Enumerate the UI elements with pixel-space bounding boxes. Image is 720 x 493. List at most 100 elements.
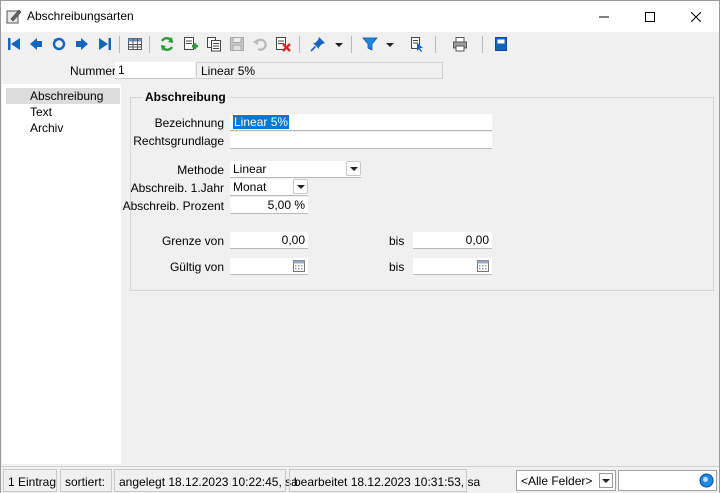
gueltig-bis-label: bis bbox=[389, 260, 405, 274]
calendar-icon[interactable] bbox=[476, 259, 490, 273]
group-title: Abschreibung bbox=[143, 90, 228, 104]
undo-icon bbox=[252, 36, 268, 52]
maximize-icon bbox=[645, 11, 655, 22]
abschreib-prozent-input[interactable]: 5,00 % bbox=[230, 197, 308, 214]
last-record-icon bbox=[97, 36, 113, 52]
delete-button[interactable] bbox=[274, 35, 292, 53]
maximize-button[interactable] bbox=[627, 1, 673, 32]
print-icon bbox=[452, 36, 468, 52]
section-nav: Abschreibung Text Archiv bbox=[2, 84, 121, 464]
chevron-down-icon[interactable] bbox=[293, 179, 308, 194]
pin-dropdown-button[interactable] bbox=[334, 38, 344, 50]
new-record-icon bbox=[182, 36, 198, 52]
table-view-button[interactable] bbox=[126, 35, 144, 53]
rechtsgrundlage-input[interactable] bbox=[230, 132, 492, 149]
status-bar: 1 Eintrag sortiert: angelegt 18.12.2023 … bbox=[1, 466, 719, 493]
methode-label: Methode bbox=[177, 163, 224, 177]
bezeichnung-label: Bezeichnung bbox=[154, 116, 224, 130]
toolbar-separator bbox=[351, 36, 352, 53]
chevron-down-icon[interactable] bbox=[599, 473, 613, 488]
nav-item-archiv[interactable]: Archiv bbox=[6, 120, 120, 136]
copy-record-button[interactable] bbox=[205, 35, 223, 53]
content-panel: Abschreibung Bezeichnung Linear 5% Recht… bbox=[123, 84, 718, 464]
edited-status: bearbeitet 18.12.2023 10:31:53, sa bbox=[289, 469, 480, 492]
undo-button[interactable] bbox=[251, 35, 269, 53]
minimize-icon bbox=[599, 12, 609, 22]
assign-button[interactable] bbox=[408, 35, 426, 53]
filter-button[interactable] bbox=[361, 35, 379, 53]
search-icon[interactable] bbox=[699, 473, 714, 488]
bezeichnung-input[interactable]: Linear 5% bbox=[230, 114, 492, 131]
chevron-down-icon[interactable] bbox=[346, 161, 361, 176]
grenze-von-input[interactable]: 0,00 bbox=[230, 232, 308, 249]
pin-button[interactable] bbox=[309, 35, 327, 53]
methode-select[interactable]: Linear bbox=[230, 161, 361, 178]
created-status: angelegt 18.12.2023 10:22:45, sa bbox=[114, 469, 298, 492]
last-record-button[interactable] bbox=[96, 35, 114, 53]
next-record-button[interactable] bbox=[73, 35, 91, 53]
refresh-button[interactable] bbox=[158, 35, 176, 53]
nummer-description: Linear 5% bbox=[196, 62, 443, 79]
search-input[interactable] bbox=[618, 470, 717, 491]
window-title: Abschreibungsarten bbox=[27, 9, 134, 23]
save-button[interactable] bbox=[228, 35, 246, 53]
first-record-button[interactable] bbox=[5, 35, 23, 53]
book-icon bbox=[493, 36, 509, 52]
search-field-value: <Alle Felder> bbox=[521, 474, 593, 488]
window: Abschreibungsarten Nummer 1 Linear 5% Ab… bbox=[0, 0, 720, 493]
close-button[interactable] bbox=[673, 1, 719, 32]
calendar-icon[interactable] bbox=[292, 259, 306, 273]
nav-item-label: Abschreibung bbox=[30, 89, 104, 103]
save-icon bbox=[229, 36, 245, 52]
grenze-von-label: Grenze von bbox=[161, 234, 224, 248]
gueltig-von-input[interactable] bbox=[230, 258, 308, 275]
toolbar-separator bbox=[149, 36, 150, 53]
toolbar-separator bbox=[299, 36, 300, 53]
filter-dropdown-button[interactable] bbox=[385, 38, 395, 50]
grenze-bis-label: bis bbox=[389, 234, 405, 248]
abschreibung-group: Abschreibung Bezeichnung Linear 5% Recht… bbox=[123, 90, 714, 291]
undo-navigation-button[interactable] bbox=[50, 35, 68, 53]
nav-item-label: Text bbox=[30, 105, 53, 119]
table-view-icon bbox=[127, 36, 143, 52]
methode-value: Linear bbox=[233, 162, 267, 176]
minimize-button[interactable] bbox=[581, 1, 627, 32]
delete-icon bbox=[275, 36, 291, 52]
bezeichnung-value: Linear 5% bbox=[233, 115, 290, 129]
title-bar: Abschreibungsarten bbox=[1, 1, 719, 32]
filter-icon bbox=[362, 36, 378, 52]
app-icon bbox=[6, 8, 22, 24]
gueltig-von-label: Gültig von bbox=[169, 260, 224, 274]
nav-item-label: Archiv bbox=[30, 121, 64, 135]
next-record-icon bbox=[74, 36, 90, 52]
copy-record-icon bbox=[206, 36, 222, 52]
grenze-bis-input[interactable]: 0,00 bbox=[413, 232, 492, 249]
previous-record-icon bbox=[28, 36, 44, 52]
nav-item-abschreibung[interactable]: Abschreibung bbox=[6, 88, 120, 104]
gueltig-bis-input[interactable] bbox=[413, 258, 492, 275]
new-record-button[interactable] bbox=[181, 35, 199, 53]
toolbar bbox=[1, 32, 719, 57]
undo-navigation-icon bbox=[51, 36, 67, 52]
abschreib-jahr-select[interactable]: Monat bbox=[230, 179, 308, 196]
assign-icon bbox=[409, 36, 425, 52]
abschreib-jahr-label: Abschreib. 1.Jahr bbox=[130, 181, 224, 195]
toolbar-separator bbox=[435, 36, 436, 53]
print-button[interactable] bbox=[451, 35, 469, 53]
abschreib-prozent-label: Abschreib. Prozent bbox=[122, 199, 224, 213]
nav-item-text[interactable]: Text bbox=[6, 104, 120, 120]
rechtsgrundlage-label: Rechtsgrundlage bbox=[133, 134, 224, 148]
sort-status: sortiert: bbox=[60, 469, 112, 492]
nummer-field[interactable]: 1 bbox=[115, 62, 195, 79]
record-count: 1 Eintrag bbox=[3, 469, 57, 492]
chevron-down-icon bbox=[334, 39, 344, 53]
pin-icon bbox=[310, 36, 326, 52]
close-icon bbox=[691, 11, 701, 22]
toolbar-separator bbox=[119, 36, 120, 53]
search-field-select[interactable]: <Alle Felder> bbox=[516, 470, 616, 491]
toolbar-separator bbox=[482, 36, 483, 53]
book-button[interactable] bbox=[492, 35, 510, 53]
refresh-icon bbox=[159, 36, 175, 52]
first-record-icon bbox=[6, 36, 22, 52]
previous-record-button[interactable] bbox=[27, 35, 45, 53]
